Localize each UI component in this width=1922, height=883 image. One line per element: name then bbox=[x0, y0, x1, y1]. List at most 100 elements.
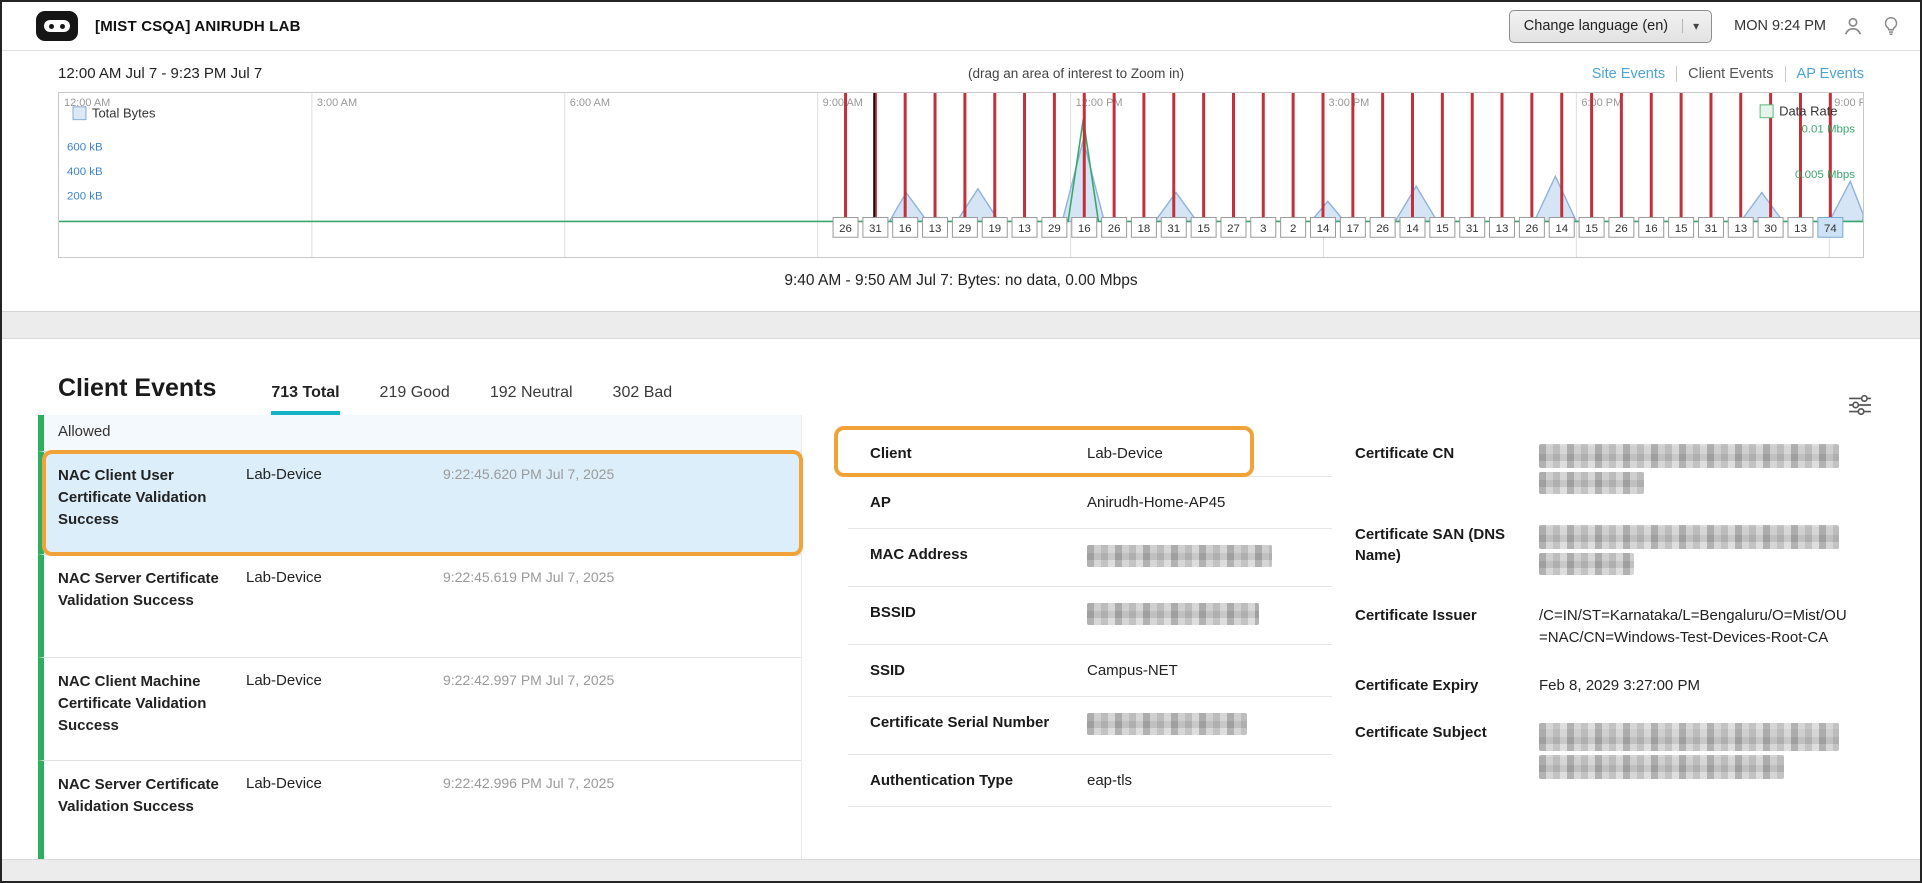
field-label: Authentication Type bbox=[870, 770, 1050, 791]
event-name: NAC Client User Certificate Validation S… bbox=[58, 465, 234, 544]
redacted-value bbox=[1087, 545, 1272, 567]
redacted-value bbox=[1539, 755, 1784, 779]
svg-text:16: 16 bbox=[899, 223, 912, 235]
field-value: /C=IN/ST=Karnataka/L=Bengaluru/O=Mist/OU… bbox=[1539, 605, 1847, 649]
svg-text:31: 31 bbox=[1167, 223, 1180, 235]
cert-field-issuer: Certificate Issuer /C=IN/ST=Karnataka/L=… bbox=[1355, 605, 1847, 649]
svg-text:26: 26 bbox=[1108, 223, 1121, 235]
tab-total[interactable]: 713 Total bbox=[271, 384, 339, 415]
redacted-value bbox=[1539, 444, 1839, 468]
bottom-gap bbox=[2, 860, 1920, 881]
detail-field-certificate-serial: Certificate Serial Number bbox=[848, 697, 1332, 755]
svg-text:29: 29 bbox=[1048, 223, 1061, 235]
svg-text:26: 26 bbox=[1525, 223, 1538, 235]
language-dropdown-label: Change language (en) bbox=[1524, 18, 1668, 34]
event-client: Lab-Device bbox=[246, 465, 431, 544]
tab-good[interactable]: 219 Good bbox=[380, 384, 450, 415]
lightbulb-help-icon[interactable] bbox=[1880, 15, 1902, 37]
svg-text:3:00 PM: 3:00 PM bbox=[1328, 97, 1369, 109]
tab-neutral[interactable]: 192 Neutral bbox=[490, 384, 573, 415]
event-type-links: Site Events Client Events AP Events bbox=[1581, 66, 1864, 82]
cert-field-subject: Certificate Subject bbox=[1355, 722, 1847, 783]
svg-text:Total Bytes: Total Bytes bbox=[92, 106, 155, 121]
svg-text:6:00 PM: 6:00 PM bbox=[1581, 97, 1622, 109]
detail-field-client: Client Lab-Device bbox=[848, 431, 1332, 477]
event-timestamp: 9:22:45.619 PM Jul 7, 2025 bbox=[443, 568, 793, 647]
tab-bad[interactable]: 302 Bad bbox=[613, 384, 673, 415]
svg-text:15: 15 bbox=[1585, 223, 1598, 235]
svg-text:31: 31 bbox=[869, 223, 882, 235]
svg-text:27: 27 bbox=[1227, 223, 1240, 235]
field-value: Lab-Device bbox=[1087, 443, 1332, 464]
section-title: Client Events bbox=[58, 374, 216, 415]
field-label: Certificate Expiry bbox=[1355, 675, 1523, 696]
mist-logo-eyes bbox=[44, 20, 70, 32]
svg-text:14: 14 bbox=[1555, 223, 1568, 235]
svg-text:600 kB: 600 kB bbox=[67, 141, 103, 153]
svg-text:30: 30 bbox=[1764, 223, 1777, 235]
event-client: Lab-Device bbox=[246, 568, 431, 647]
field-label: Certificate Issuer bbox=[1355, 605, 1523, 626]
svg-text:14: 14 bbox=[1406, 223, 1419, 235]
svg-text:0.005 Mbps: 0.005 Mbps bbox=[1795, 169, 1855, 181]
svg-text:0.01 Mbps: 0.01 Mbps bbox=[1801, 124, 1855, 136]
detail-field-ssid: SSID Campus-NET bbox=[848, 645, 1332, 697]
event-row[interactable]: NAC Server Certificate Validation Succes… bbox=[38, 555, 801, 658]
svg-text:400 kB: 400 kB bbox=[67, 166, 103, 178]
clock-label: MON 9:24 PM bbox=[1734, 18, 1826, 34]
field-value: eap-tls bbox=[1087, 770, 1332, 791]
redacted-value bbox=[1087, 713, 1247, 735]
redacted-value bbox=[1087, 603, 1259, 625]
event-row[interactable]: NAC Client Machine Certificate Validatio… bbox=[38, 658, 801, 761]
timeline-chart-svg[interactable]: 12:00 AM3:00 AM6:00 AM9:00 AM12:00 PM3:0… bbox=[59, 93, 1863, 257]
svg-text:9:00 PM: 9:00 PM bbox=[1834, 97, 1863, 109]
redacted-value bbox=[1539, 525, 1839, 549]
field-label: Client bbox=[870, 443, 1050, 464]
event-row-partial[interactable]: Allowed bbox=[38, 415, 801, 452]
mist-logo-icon[interactable] bbox=[36, 11, 78, 41]
zoom-hint-label: (drag an area of interest to Zoom in) bbox=[968, 66, 1184, 81]
detail-field-mac-address: MAC Address bbox=[848, 529, 1332, 587]
detail-field-authentication-type: Authentication Type eap-tls bbox=[848, 755, 1332, 807]
svg-text:9:00 AM: 9:00 AM bbox=[823, 97, 863, 109]
svg-text:26: 26 bbox=[839, 223, 852, 235]
user-account-icon[interactable] bbox=[1842, 15, 1864, 37]
svg-text:31: 31 bbox=[1705, 223, 1718, 235]
event-row[interactable]: NAC Server Certificate Validation Succes… bbox=[38, 761, 801, 860]
cert-field-cn: Certificate CN bbox=[1355, 443, 1847, 498]
redacted-value bbox=[1539, 723, 1839, 751]
language-dropdown[interactable]: Change language (en) ▾ bbox=[1509, 10, 1712, 43]
link-site-events[interactable]: Site Events bbox=[1581, 66, 1676, 82]
timeline-chart[interactable]: 12:00 AM3:00 AM6:00 AM9:00 AM12:00 PM3:0… bbox=[58, 92, 1864, 258]
event-list: Allowed NAC Client User Certificate Vali… bbox=[38, 415, 802, 860]
svg-text:18: 18 bbox=[1138, 223, 1151, 235]
field-label: Certificate Serial Number bbox=[870, 712, 1050, 733]
svg-text:Data Rate: Data Rate bbox=[1779, 104, 1837, 119]
svg-text:2: 2 bbox=[1290, 223, 1296, 235]
field-label: Certificate CN bbox=[1355, 443, 1523, 464]
field-label: SSID bbox=[870, 660, 1050, 681]
cert-field-san: Certificate SAN (DNS Name) bbox=[1355, 524, 1847, 579]
svg-text:13: 13 bbox=[1734, 223, 1747, 235]
link-ap-events[interactable]: AP Events bbox=[1785, 66, 1864, 82]
field-label: Certificate Subject bbox=[1355, 722, 1523, 743]
card-gap bbox=[2, 312, 1920, 338]
event-detail-panel: Client Lab-Device AP Anirudh-Home-AP45 M… bbox=[848, 415, 1332, 807]
header-right: Change language (en) ▾ MON 9:24 PM bbox=[1509, 10, 1902, 43]
event-timestamp: 9:22:42.997 PM Jul 7, 2025 bbox=[443, 671, 793, 750]
event-timestamp: 9:22:42.996 PM Jul 7, 2025 bbox=[443, 774, 793, 853]
cert-field-expiry: Certificate Expiry Feb 8, 2029 3:27:00 P… bbox=[1355, 675, 1847, 697]
event-name: NAC Server Certificate Validation Succes… bbox=[58, 774, 234, 853]
event-row[interactable]: NAC Client User Certificate Validation S… bbox=[38, 452, 801, 555]
link-client-events[interactable]: Client Events bbox=[1676, 66, 1784, 82]
svg-text:13: 13 bbox=[1794, 223, 1807, 235]
svg-text:31: 31 bbox=[1466, 223, 1479, 235]
event-timestamp: 9:22:45.620 PM Jul 7, 2025 bbox=[443, 465, 793, 544]
client-events-content: Allowed NAC Client User Certificate Vali… bbox=[38, 415, 1920, 860]
svg-text:17: 17 bbox=[1346, 223, 1359, 235]
field-value: Campus-NET bbox=[1087, 660, 1332, 681]
filter-settings-icon[interactable] bbox=[1848, 395, 1872, 415]
page: [MIST CSQA] ANIRUDH LAB Change language … bbox=[0, 0, 1922, 883]
svg-text:26: 26 bbox=[1376, 223, 1389, 235]
redacted-value bbox=[1539, 553, 1634, 575]
